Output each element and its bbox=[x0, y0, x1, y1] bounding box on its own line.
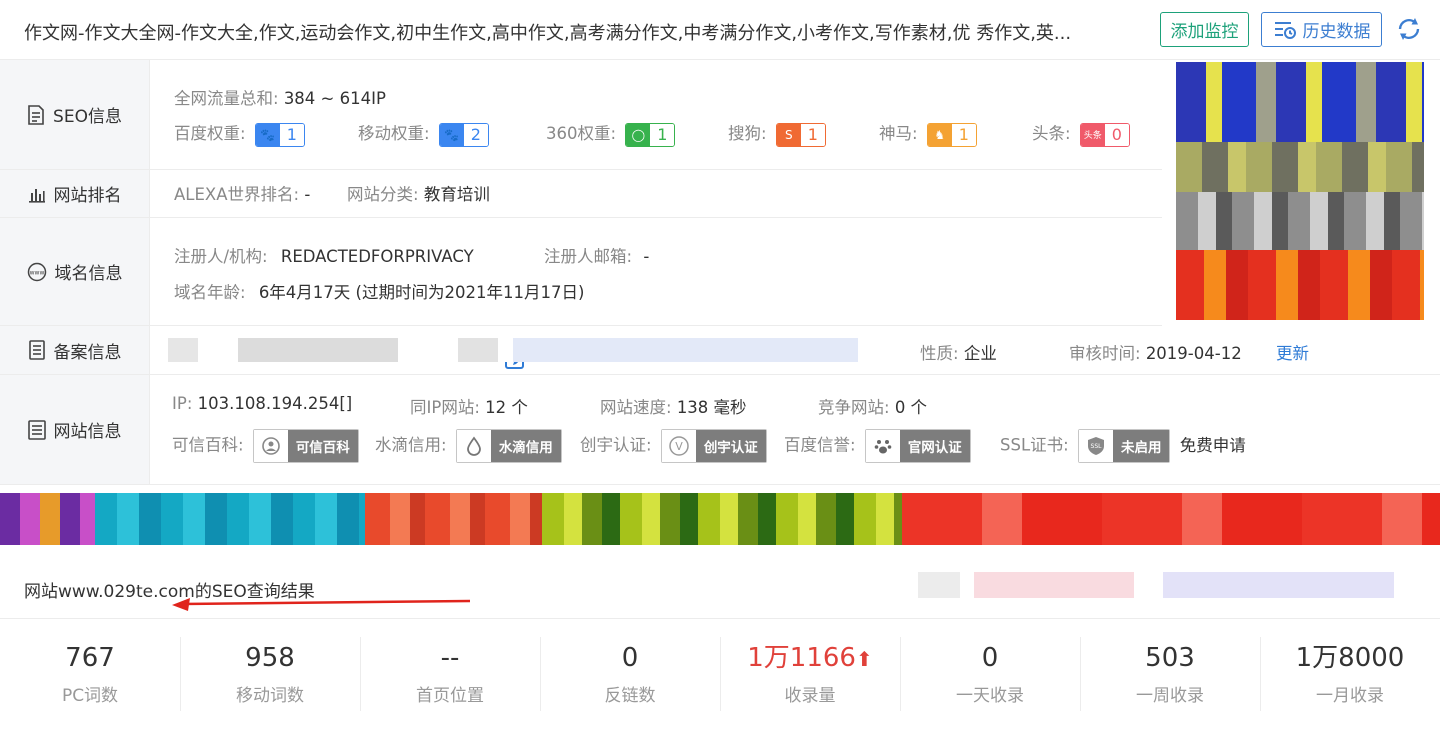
weight-badge: 🐾 2 bbox=[438, 122, 489, 147]
history-list-icon bbox=[1274, 21, 1296, 39]
icp-update-link[interactable]: 更新 bbox=[1276, 340, 1309, 364]
site-title: 作文网-作文大全网-作文大全,作文,运动会作文,初中生作文,高中作文,高考满分作… bbox=[24, 23, 1072, 44]
cert-chuangyu: 创宇认证: V 创宇认证 bbox=[580, 429, 767, 463]
site-category: 网站分类: 教育培训 bbox=[347, 185, 490, 204]
360-icon: ◯ bbox=[626, 123, 651, 146]
seo-info-row: SEO信息 全网流量总和: 384 ~ 614IP 百度权重: 🐾 1 移动权重:… bbox=[0, 60, 1162, 170]
water-drop-icon bbox=[456, 430, 491, 462]
chuangyu-badge[interactable]: V 创宇认证 bbox=[660, 429, 767, 463]
stat-month-indexed[interactable]: 1万8000 一月收录 bbox=[1260, 619, 1440, 733]
weight-sogou[interactable]: 搜狗: S1 bbox=[728, 120, 826, 147]
alexa-rank: ALEXA世界排名: - bbox=[174, 185, 311, 204]
icp-number-redacted bbox=[168, 338, 858, 362]
weight-badge: ◯ 1 bbox=[625, 122, 676, 147]
stat-day-indexed[interactable]: 0 一天收录 bbox=[900, 619, 1080, 733]
weight-baidu[interactable]: 百度权重: 🐾 1 bbox=[174, 120, 305, 147]
bar-chart-icon bbox=[28, 188, 45, 203]
svg-text:www: www bbox=[29, 269, 44, 276]
site-info-label: 网站信息 bbox=[0, 375, 150, 484]
www-globe-icon: www bbox=[27, 262, 46, 281]
stat-home-position[interactable]: -- 首页位置 bbox=[360, 619, 540, 733]
refresh-icon[interactable] bbox=[1396, 16, 1422, 42]
cert-ssl: SSL证书: SSL 未启用 免费申请 bbox=[1000, 429, 1246, 463]
icp-review-time: 审核时间: 2019-04-12 bbox=[1069, 344, 1242, 363]
site-rank-row: 网站排名 ALEXA世界排名: - 网站分类: 教育培训 bbox=[0, 170, 1162, 369]
site-rank-label: 网站排名 bbox=[0, 170, 150, 217]
toutiao-icon: 头条 bbox=[1080, 123, 1105, 146]
baidu-paw-icon: 🐾 bbox=[439, 123, 464, 146]
site-ip: IP: 103.108.194.254[] bbox=[172, 394, 353, 413]
weight-shenma[interactable]: 神马: ♞ 1 bbox=[879, 120, 977, 147]
arrow-up-icon: ⬆ bbox=[855, 647, 873, 671]
history-label: 历史数据 bbox=[1302, 22, 1371, 42]
top-header: 作文网-作文大全网-作文大全,作文,运动会作文,初中生作文,高中作文,高考满分作… bbox=[0, 0, 1440, 60]
record-doc-icon bbox=[28, 340, 45, 360]
shield-person-icon bbox=[253, 430, 288, 462]
ssl-shield-icon: SSL bbox=[1078, 430, 1113, 462]
competitor-sites: 竞争网站: 0 个 bbox=[818, 398, 928, 417]
stat-backlinks[interactable]: 0 反链数 bbox=[540, 619, 720, 733]
red-arrow-annotation bbox=[172, 598, 471, 611]
baidu-paw-icon: 🐾 bbox=[255, 123, 280, 146]
registrant-email: 注册人邮箱: - bbox=[544, 247, 650, 266]
stat-pc-words[interactable]: 767 PC词数 bbox=[0, 619, 180, 733]
site-speed: 网站速度: 138 毫秒 bbox=[600, 398, 747, 417]
weight-badge: 头条 0 bbox=[1079, 122, 1130, 147]
stats-bar: 767 PC词数 958 移动词数 -- 首页位置 0 反链数 1万1166⬆ … bbox=[0, 618, 1440, 733]
cert-baidu: 百度信誉: 官网认证 bbox=[784, 429, 971, 463]
kexin-badge[interactable]: 可信百科 bbox=[252, 429, 359, 463]
cert-shuidi: 水滴信用: 水滴信用 bbox=[375, 429, 562, 463]
registrant: 注册人/机构: REDACTEDFORPRIVACY bbox=[174, 247, 474, 266]
right-links-redacted bbox=[918, 572, 1394, 598]
v-shield-icon: V bbox=[661, 430, 696, 462]
cert-kexin: 可信百科: 可信百科 bbox=[172, 429, 359, 463]
weight-badge: ♞ 1 bbox=[926, 122, 977, 147]
document-icon bbox=[28, 104, 44, 125]
history-data-button[interactable]: 历史数据 bbox=[1261, 12, 1382, 47]
weight-mobile[interactable]: 移动权重: 🐾 2 bbox=[358, 120, 489, 147]
site-thumbnail-redacted bbox=[1176, 62, 1424, 320]
icp-info-row: 备案信息 性质: 企业 审核时间: 2019-04-12 更新 bbox=[0, 326, 1440, 375]
domain-info-label: www 域名信息 bbox=[0, 218, 150, 325]
weight-badge: 🐾 1 bbox=[254, 122, 305, 147]
stat-mobile-words[interactable]: 958 移动词数 bbox=[180, 619, 360, 733]
baidu-paw-icon bbox=[865, 430, 900, 462]
weight-badge: S1 bbox=[775, 122, 826, 147]
weight-360[interactable]: 360权重: ◯ 1 bbox=[546, 120, 676, 147]
shenma-icon: ♞ bbox=[927, 123, 952, 146]
shuidi-badge[interactable]: 水滴信用 bbox=[455, 429, 562, 463]
domain-info-row: www 域名信息 注册人/机构: REDACTEDFORPRIVACY 注册人邮… bbox=[0, 218, 1162, 326]
weight-toutiao[interactable]: 头条: 头条 0 bbox=[1032, 120, 1130, 147]
ad-banner-redacted[interactable] bbox=[0, 493, 1440, 553]
icp-nature: 性质: 企业 bbox=[920, 344, 997, 363]
domain-age: 域名年龄: 6年4月17天 (过期时间为2021年11月17日) bbox=[174, 283, 585, 302]
seo-info-label: SEO信息 bbox=[0, 60, 150, 169]
same-ip-sites[interactable]: 同IP网站: 12 个 bbox=[410, 394, 528, 418]
icp-info-label: 备案信息 bbox=[0, 326, 150, 374]
baidu-credit-badge[interactable]: 官网认证 bbox=[864, 429, 971, 463]
traffic-info: 全网流量总和: 384 ~ 614IP bbox=[174, 89, 386, 108]
stat-indexed[interactable]: 1万1166⬆ 收录量 bbox=[720, 619, 900, 733]
sogou-icon: S bbox=[776, 123, 801, 146]
ssl-badge[interactable]: SSL 未启用 bbox=[1077, 429, 1171, 463]
site-info-row: 网站信息 IP: 103.108.194.254[] 同IP网站: 12 个 网… bbox=[0, 375, 1440, 485]
free-apply-link[interactable]: 免费申请 bbox=[1180, 436, 1246, 455]
add-monitor-button[interactable]: 添加监控 bbox=[1160, 12, 1249, 47]
svg-text:SSL: SSL bbox=[1090, 443, 1102, 450]
svg-text:V: V bbox=[675, 440, 683, 453]
site-doc-icon bbox=[27, 419, 46, 440]
stat-week-indexed[interactable]: 503 一周收录 bbox=[1080, 619, 1260, 733]
